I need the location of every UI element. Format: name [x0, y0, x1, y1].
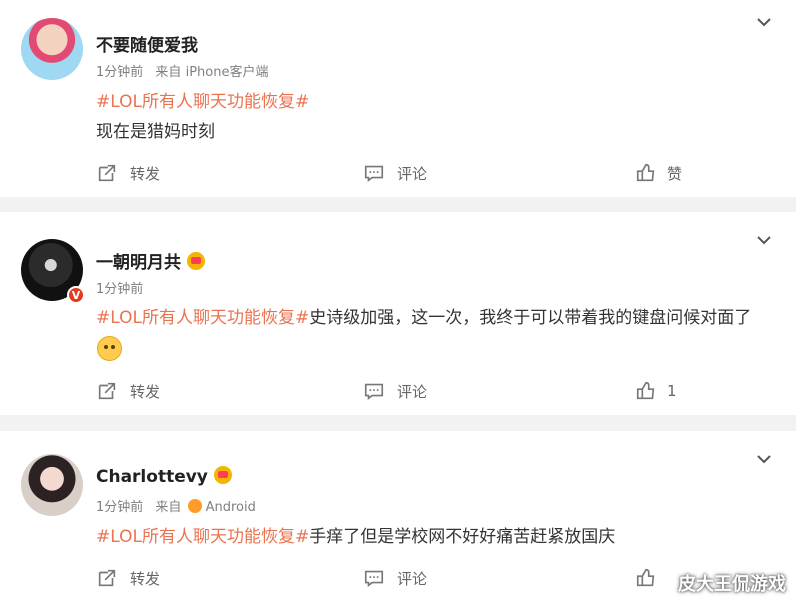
post-actions: 转发 评论 1	[0, 377, 796, 405]
post-actions: 转发 评论	[0, 564, 796, 592]
username[interactable]: Charlottevy	[96, 467, 208, 487]
post-card-3: Charlottevy 1分钟前 来自 Android #LOL所有人聊天功能恢…	[0, 431, 796, 606]
post-text: #LOL所有人聊天功能恢复#	[96, 87, 309, 112]
comment-label: 评论	[397, 569, 428, 588]
post-meta: 1分钟前 来自 Android	[96, 496, 256, 515]
post-card-2: V 一朝明月共 1分钟前 #LOL所有人聊天功能恢复#史诗级加强，这一次，我终于…	[0, 212, 796, 415]
avatar[interactable]	[21, 454, 83, 516]
hashtag-link[interactable]: #LOL所有人聊天功能恢复#	[96, 527, 309, 547]
repost-button[interactable]: 转发	[96, 159, 160, 187]
post-time[interactable]: 1分钟前	[96, 65, 143, 80]
post-body-line-2: 现在是猎妈时刻	[96, 122, 215, 142]
share-icon	[98, 382, 116, 400]
chevron-down-icon[interactable]	[756, 14, 772, 30]
share-icon	[98, 569, 116, 587]
chevron-down-icon[interactable]	[756, 232, 772, 248]
like-button[interactable]: 赞	[635, 159, 682, 187]
comment-label: 评论	[397, 382, 428, 401]
chevron-down-icon[interactable]	[756, 451, 772, 467]
post-time[interactable]: 1分钟前	[96, 500, 143, 515]
watermark-text: 皮大王侃游戏	[678, 574, 786, 595]
like-button[interactable]	[635, 564, 667, 592]
repost-button[interactable]: 转发	[96, 564, 160, 592]
like-count: 1	[667, 382, 677, 400]
repost-button[interactable]: 转发	[96, 377, 160, 405]
like-label: 赞	[667, 164, 683, 183]
post-card-1: 不要随便爱我 1分钟前 来自 iPhone客户端 #LOL所有人聊天功能恢复# …	[0, 0, 796, 197]
source-prefix: 来自	[155, 65, 182, 80]
comment-label: 评论	[397, 164, 428, 183]
post-body: 史诗级加强，这一次，我终于可以带着我的键盘问候对面了	[309, 308, 752, 328]
username[interactable]: 不要随便爱我	[96, 31, 198, 56]
vip-badge-icon[interactable]	[187, 252, 205, 270]
post-actions: 转发 评论 赞	[0, 159, 796, 187]
post-text: #LOL所有人聊天功能恢复#史诗级加强，这一次，我终于可以带着我的键盘问候对面了	[96, 303, 751, 328]
android-source-icon	[187, 499, 202, 513]
username[interactable]: 一朝明月共	[96, 253, 181, 273]
repost-label: 转发	[130, 164, 161, 183]
comment-button[interactable]: 评论	[363, 564, 427, 592]
post-source[interactable]: iPhone客户端	[186, 65, 269, 80]
post-body: 手痒了但是学校网不好好痛苦赶紧放国庆	[309, 527, 616, 547]
thumbs-up-icon	[636, 381, 655, 400]
comment-icon	[364, 165, 384, 182]
post-text: #LOL所有人聊天功能恢复#手痒了但是学校网不好好痛苦赶紧放国庆	[96, 522, 615, 547]
source-prefix: 来自	[155, 500, 182, 515]
comment-button[interactable]: 评论	[363, 159, 427, 187]
post-meta: 1分钟前	[96, 278, 143, 297]
post-source[interactable]: Android	[206, 500, 256, 515]
comment-button[interactable]: 评论	[363, 377, 427, 405]
avatar[interactable]	[21, 18, 83, 80]
share-icon	[98, 164, 116, 182]
username-row: 一朝明月共	[96, 248, 205, 273]
thumbs-up-icon	[636, 163, 655, 182]
comment-icon	[364, 570, 384, 587]
verified-badge-icon: V	[67, 286, 85, 304]
repost-label: 转发	[130, 382, 161, 401]
username-row: Charlottevy	[96, 466, 232, 487]
thumbs-up-icon	[636, 568, 655, 587]
doge-emoji-icon	[97, 336, 122, 361]
hashtag-link[interactable]: #LOL所有人聊天功能恢复#	[96, 92, 309, 112]
like-button[interactable]: 1	[635, 377, 677, 405]
post-meta: 1分钟前 来自 iPhone客户端	[96, 61, 268, 80]
repost-label: 转发	[130, 569, 161, 588]
vip-badge-icon[interactable]	[213, 466, 232, 484]
post-time[interactable]: 1分钟前	[96, 282, 143, 297]
hashtag-link[interactable]: #LOL所有人聊天功能恢复#	[96, 308, 309, 328]
comment-icon	[364, 383, 384, 400]
